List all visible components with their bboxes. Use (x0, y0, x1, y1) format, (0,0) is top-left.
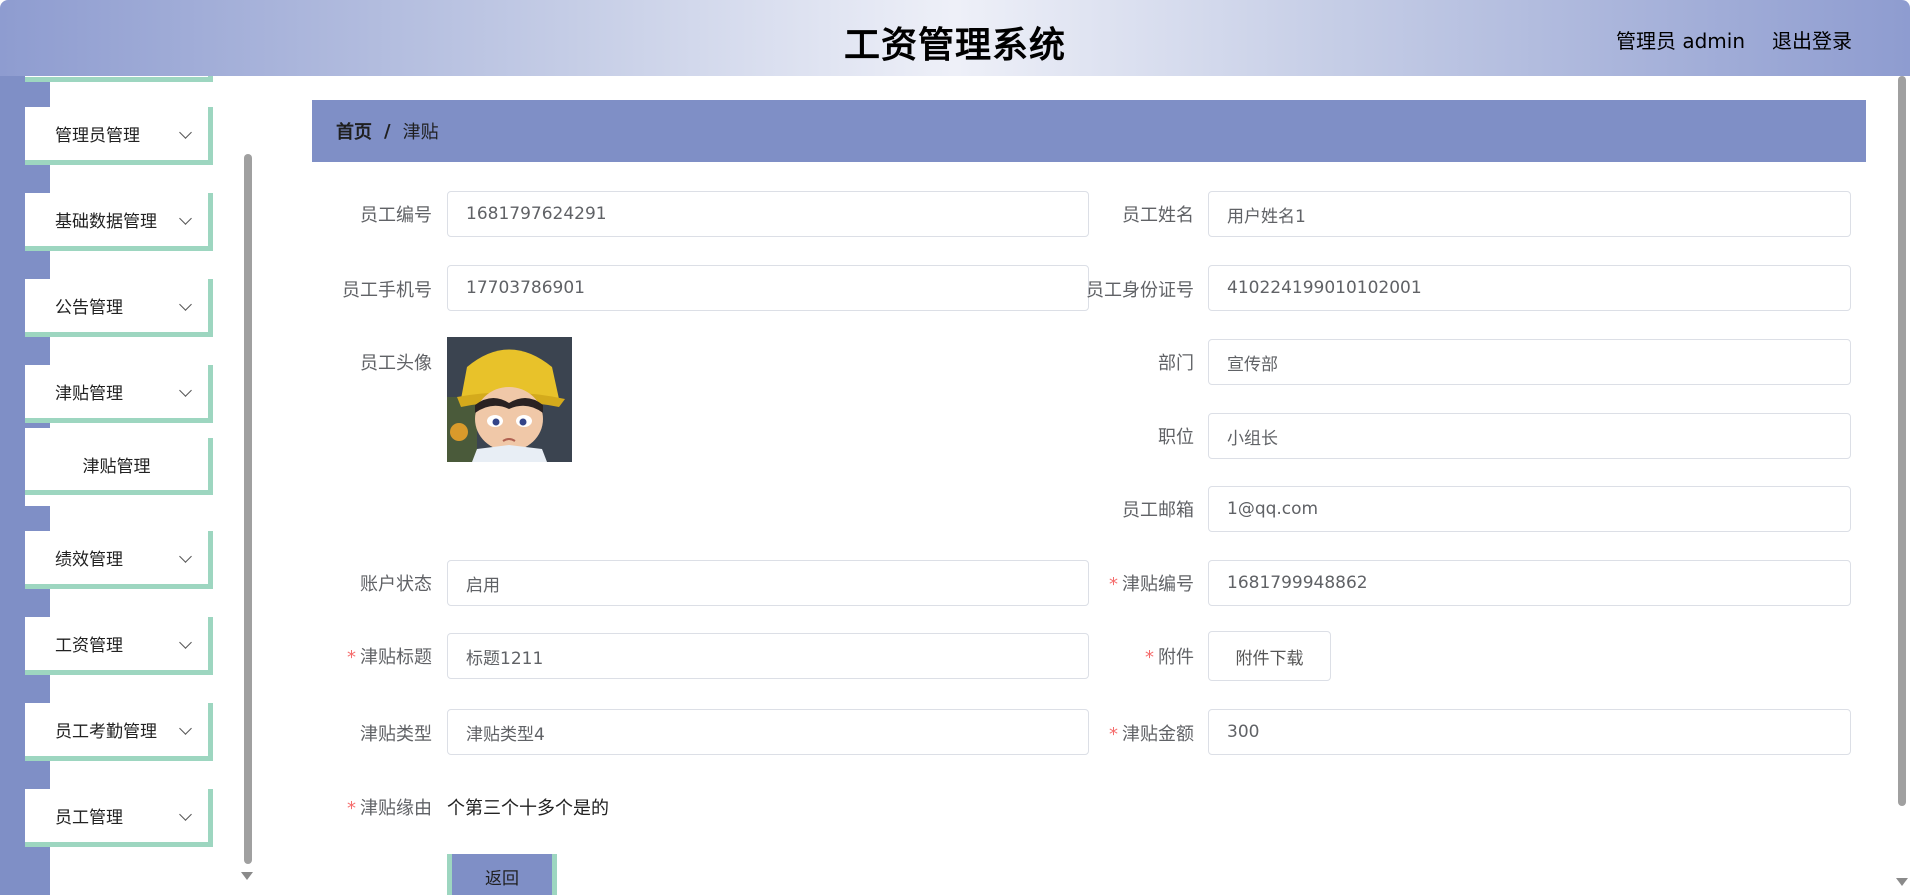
allowance-no-label: * 津贴编号 (1109, 574, 1194, 595)
position-field[interactable]: 小组长 (1208, 413, 1851, 459)
top-header: 工资管理系统 管理员 admin 退出登录 (0, 0, 1910, 76)
employee-avatar-image (447, 337, 572, 462)
sidebar-item-salary[interactable]: 工资管理 (25, 617, 213, 675)
account-status-field[interactable]: 启用 (447, 560, 1089, 606)
employee-id-card-label: 员工身份证号 (1086, 280, 1194, 301)
chevron-down-icon (179, 550, 192, 563)
submenu-item-allowance[interactable]: 津贴管理 (25, 438, 213, 495)
sidebar-item-label: 员工考勤管理 (55, 722, 157, 742)
required-asterisk: * (347, 647, 356, 668)
sidebar-item-performance[interactable]: 绩效管理 (25, 531, 213, 589)
back-button[interactable]: 返回 (447, 854, 557, 895)
sidebar-item-label: 员工管理 (55, 808, 123, 828)
employee-email-label: 员工邮箱 (1122, 500, 1194, 521)
breadcrumb: 首页 / 津贴 (312, 100, 1866, 162)
sidebar-item-admin[interactable]: 管理员管理 (25, 107, 213, 165)
sidebar-item-label: 管理员管理 (55, 126, 140, 146)
sidebar-item-partial[interactable] (25, 76, 213, 82)
position-label: 职位 (1158, 427, 1194, 448)
required-asterisk: * (1145, 647, 1154, 668)
sidebar-scrollbar-thumb[interactable] (244, 154, 252, 864)
allowance-reason-label: * 津贴缘由 (347, 798, 432, 819)
current-user: 管理员 admin (1616, 29, 1746, 53)
sidebar-item-employee[interactable]: 员工管理 (25, 789, 213, 847)
allowance-amount-label: * 津贴金额 (1109, 724, 1194, 745)
attachment-download-button[interactable]: 附件下载 (1208, 631, 1331, 681)
employee-name-field[interactable]: 用户姓名1 (1208, 191, 1851, 237)
employee-id-card-field[interactable]: 410224199010102001 (1208, 265, 1851, 311)
employee-no-field[interactable]: 1681797624291 (447, 191, 1089, 237)
allowance-title-field[interactable]: 标题1211 (447, 633, 1089, 679)
chevron-down-icon (179, 298, 192, 311)
allowance-title-label: * 津贴标题 (347, 647, 432, 668)
employee-name-label: 员工姓名 (1122, 205, 1194, 226)
chevron-down-icon (179, 722, 192, 735)
sidebar-item-basic-data[interactable]: 基础数据管理 (25, 193, 213, 251)
sidebar-item-allowance[interactable]: 津贴管理 (25, 365, 213, 423)
breadcrumb-home[interactable]: 首页 (336, 118, 372, 144)
sidebar-item-label: 绩效管理 (55, 550, 123, 570)
required-asterisk: * (1109, 574, 1118, 595)
scroll-down-arrow-icon[interactable] (241, 872, 253, 880)
chevron-down-icon (179, 212, 192, 225)
employee-avatar-label: 员工头像 (360, 353, 432, 374)
sidebar-item-label: 工资管理 (55, 636, 123, 656)
account-status-label: 账户状态 (360, 574, 432, 595)
required-asterisk: * (1109, 724, 1118, 745)
allowance-amount-field[interactable]: 300 (1208, 709, 1851, 755)
employee-email-field[interactable]: 1@qq.com (1208, 486, 1851, 532)
allowance-no-field[interactable]: 1681799948862 (1208, 560, 1851, 606)
employee-phone-field[interactable]: 17703786901 (447, 265, 1089, 311)
department-field[interactable]: 宣传部 (1208, 339, 1851, 385)
breadcrumb-separator: / (384, 120, 391, 142)
logout-link[interactable]: 退出登录 (1772, 25, 1852, 54)
department-label: 部门 (1158, 353, 1194, 374)
allowance-reason-value: 个第三个十多个是的 (447, 798, 609, 819)
chevron-down-icon (179, 808, 192, 821)
sidebar-item-label: 基础数据管理 (55, 212, 157, 232)
sidebar-item-label: 津贴管理 (55, 384, 123, 404)
scroll-down-arrow-icon[interactable] (1896, 878, 1908, 886)
employee-no-label: 员工编号 (360, 205, 432, 226)
sidebar-item-attendance[interactable]: 员工考勤管理 (25, 703, 213, 761)
breadcrumb-current: 津贴 (402, 122, 439, 143)
attachment-label: * 附件 (1145, 647, 1194, 668)
sidebar-item-notice[interactable]: 公告管理 (25, 279, 213, 337)
chevron-down-icon (179, 384, 192, 397)
employee-phone-label: 员工手机号 (342, 280, 432, 301)
chevron-down-icon (179, 126, 192, 139)
chevron-down-icon (179, 636, 192, 649)
main-scrollbar-thumb[interactable] (1898, 76, 1906, 806)
allowance-type-field[interactable]: 津贴类型4 (447, 709, 1089, 755)
required-asterisk: * (347, 798, 356, 819)
allowance-type-label: 津贴类型 (360, 724, 432, 745)
sidebar-item-label: 公告管理 (55, 298, 123, 318)
